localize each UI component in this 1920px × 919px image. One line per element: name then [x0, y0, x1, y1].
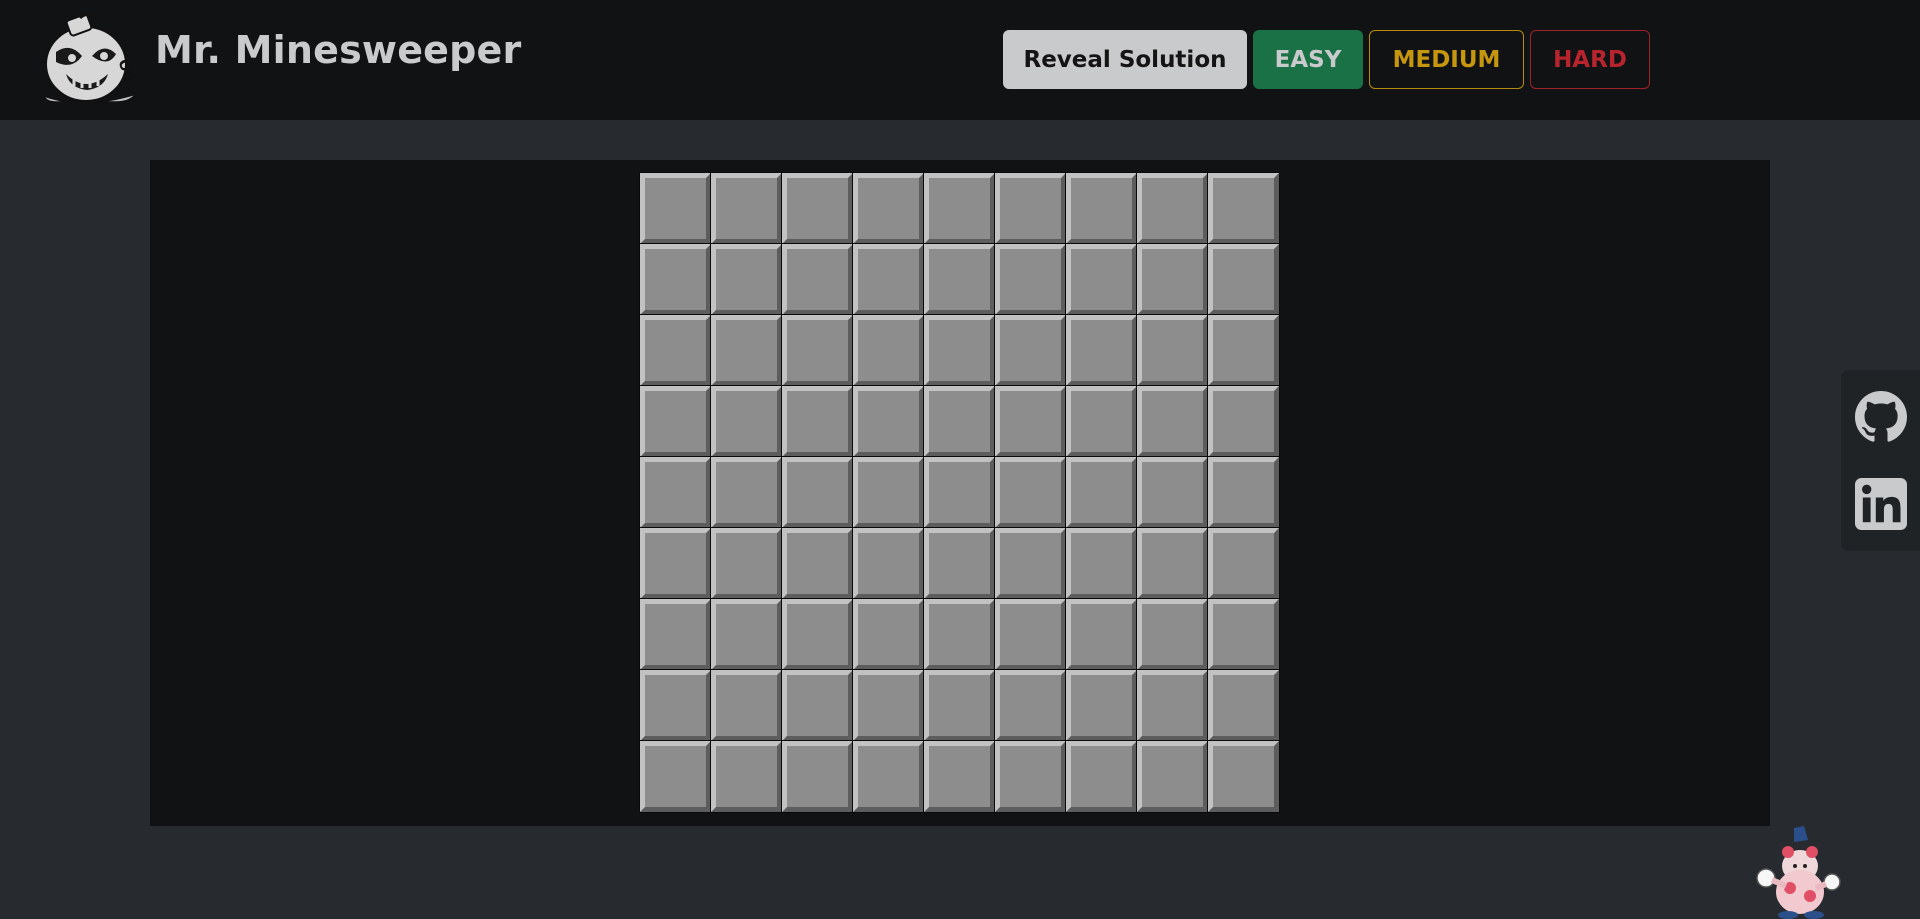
grid-cell[interactable] — [710, 669, 783, 742]
grid-cell[interactable] — [923, 172, 996, 245]
grid-cell[interactable] — [710, 598, 783, 671]
grid-cell[interactable] — [781, 669, 854, 742]
grid-cell[interactable] — [1136, 172, 1209, 245]
grid-cell[interactable] — [1136, 243, 1209, 316]
grid-cell[interactable] — [1065, 243, 1138, 316]
grid-cell[interactable] — [1136, 669, 1209, 742]
grid-cell[interactable] — [923, 314, 996, 387]
grid-cell[interactable] — [710, 740, 783, 813]
grid-cell[interactable] — [781, 598, 854, 671]
grid-cell[interactable] — [781, 243, 854, 316]
grid-cell[interactable] — [852, 598, 925, 671]
grid-cell[interactable] — [994, 669, 1067, 742]
grid-cell[interactable] — [781, 385, 854, 458]
grid-cell[interactable] — [1207, 527, 1280, 600]
grid-cell[interactable] — [1207, 385, 1280, 458]
minesweeper-grid — [639, 172, 1280, 813]
grid-cell[interactable] — [1136, 598, 1209, 671]
top-navbar: OG Mr. Minesweeper Reveal Solution EASY … — [0, 0, 1920, 120]
grid-cell[interactable] — [923, 527, 996, 600]
grid-cell[interactable] — [923, 385, 996, 458]
grid-cell[interactable] — [639, 243, 712, 316]
grid-cell[interactable] — [710, 314, 783, 387]
hard-difficulty-button[interactable]: HARD — [1530, 30, 1650, 89]
grid-cell[interactable] — [781, 740, 854, 813]
grid-cell[interactable] — [1065, 669, 1138, 742]
easy-difficulty-button[interactable]: EASY — [1253, 30, 1363, 89]
grid-cell[interactable] — [710, 527, 783, 600]
mr-mime-mascot-icon — [1756, 826, 1841, 919]
grid-cell[interactable] — [639, 172, 712, 245]
grid-cell[interactable] — [1065, 314, 1138, 387]
grid-cell[interactable] — [781, 172, 854, 245]
grid-cell[interactable] — [994, 314, 1067, 387]
grid-cell[interactable] — [639, 740, 712, 813]
grid-cell[interactable] — [1065, 598, 1138, 671]
grid-cell[interactable] — [994, 456, 1067, 529]
grid-cell[interactable] — [1136, 740, 1209, 813]
grid-cell[interactable] — [1136, 527, 1209, 600]
reveal-solution-button[interactable]: Reveal Solution — [1003, 30, 1247, 89]
grid-cell[interactable] — [1207, 314, 1280, 387]
grid-cell[interactable] — [781, 456, 854, 529]
grid-cell[interactable] — [994, 598, 1067, 671]
grid-cell[interactable] — [852, 527, 925, 600]
grid-cell[interactable] — [1136, 456, 1209, 529]
linkedin-icon[interactable] — [1855, 478, 1907, 530]
grid-cell[interactable] — [923, 243, 996, 316]
grid-cell[interactable] — [1065, 740, 1138, 813]
grid-cell[interactable] — [994, 740, 1067, 813]
bomb-logo-icon[interactable]: OG — [36, 12, 142, 104]
grid-cell[interactable] — [1207, 740, 1280, 813]
social-links-sidebar — [1841, 370, 1920, 551]
grid-cell[interactable] — [781, 527, 854, 600]
grid-cell[interactable] — [639, 314, 712, 387]
app-title: Mr. Minesweeper — [155, 28, 522, 72]
grid-cell[interactable] — [923, 740, 996, 813]
grid-cell[interactable] — [781, 314, 854, 387]
grid-cell[interactable] — [1207, 172, 1280, 245]
grid-cell[interactable] — [852, 385, 925, 458]
grid-cell[interactable] — [1065, 456, 1138, 529]
grid-cell[interactable] — [923, 456, 996, 529]
grid-cell[interactable] — [1136, 385, 1209, 458]
grid-cell[interactable] — [1207, 456, 1280, 529]
grid-cell[interactable] — [852, 243, 925, 316]
grid-cell[interactable] — [1207, 669, 1280, 742]
grid-cell[interactable] — [994, 172, 1067, 245]
grid-cell[interactable] — [852, 740, 925, 813]
grid-cell[interactable] — [1065, 172, 1138, 245]
grid-cell[interactable] — [639, 456, 712, 529]
grid-cell[interactable] — [1136, 314, 1209, 387]
grid-cell[interactable] — [710, 243, 783, 316]
grid-cell[interactable] — [923, 669, 996, 742]
grid-cell[interactable] — [923, 598, 996, 671]
grid-cell[interactable] — [710, 385, 783, 458]
grid-cell[interactable] — [1207, 598, 1280, 671]
grid-cell[interactable] — [1065, 527, 1138, 600]
medium-difficulty-button[interactable]: MEDIUM — [1369, 30, 1524, 89]
grid-cell[interactable] — [852, 669, 925, 742]
grid-cell[interactable] — [852, 172, 925, 245]
grid-cell[interactable] — [1207, 243, 1280, 316]
grid-cell[interactable] — [852, 456, 925, 529]
grid-cell[interactable] — [852, 314, 925, 387]
grid-cell[interactable] — [639, 598, 712, 671]
grid-cell[interactable] — [710, 172, 783, 245]
grid-cell[interactable] — [994, 527, 1067, 600]
grid-cell[interactable] — [639, 669, 712, 742]
grid-cell[interactable] — [710, 456, 783, 529]
grid-cell[interactable] — [994, 385, 1067, 458]
grid-cell[interactable] — [1065, 385, 1138, 458]
grid-cell[interactable] — [639, 527, 712, 600]
grid-cell[interactable] — [639, 385, 712, 458]
github-icon[interactable] — [1855, 391, 1907, 443]
grid-cell[interactable] — [994, 243, 1067, 316]
